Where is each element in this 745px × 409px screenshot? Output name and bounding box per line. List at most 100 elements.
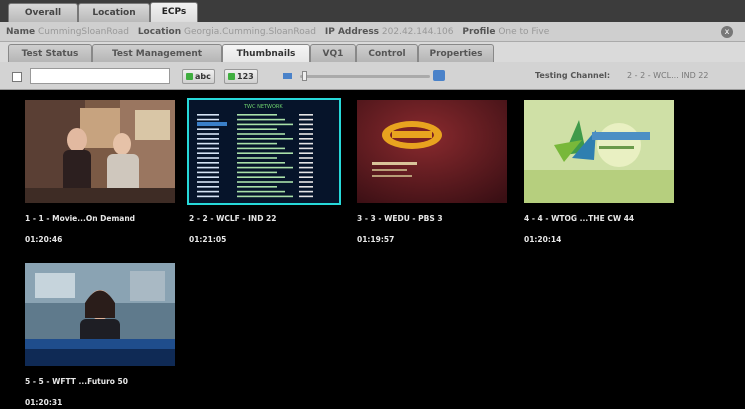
thumbnail-image [357, 100, 507, 203]
guide-line [237, 195, 293, 198]
profile-label: Profile [462, 27, 496, 37]
guide-line [237, 142, 277, 145]
guide-line [299, 171, 313, 174]
tab-vq1[interactable]: VQ1 [310, 44, 356, 62]
guide-line [299, 128, 313, 130]
guide-line [299, 166, 313, 169]
tab-overall[interactable]: Overall [8, 3, 78, 22]
thumbnail-image: TWC NETWORK [189, 100, 339, 203]
guide-line [197, 114, 219, 116]
channel-title: 3 - 3 - WEDU - PBS 3 [357, 214, 443, 223]
channel-timestamp: 01:21:05 [189, 235, 227, 244]
guide-line [299, 142, 313, 145]
top-tab-bar: Overall Location ECPs [0, 0, 745, 22]
guide-line [197, 133, 219, 135]
tab-control[interactable]: Control [356, 44, 418, 62]
guide-line [237, 157, 277, 159]
guide-line [299, 190, 313, 193]
location-value: Georgia.Cumming.SloanRoad [184, 27, 316, 37]
thumbnail-grid: 1 - 1 - Movie...On Demand 01:20:46 TWC N… [12, 90, 735, 409]
guide-line [197, 181, 219, 183]
close-icon: x [724, 27, 730, 36]
channel-timestamp: 01:20:46 [25, 235, 63, 244]
guide-line [197, 152, 219, 154]
guide-line [237, 181, 293, 183]
guide-line [237, 190, 285, 193]
guide-line [299, 114, 313, 116]
guide-line [237, 138, 293, 140]
channel-thumbnail[interactable]: TWC NETWORK [187, 98, 341, 205]
guide-line [197, 118, 219, 121]
guide-line [197, 138, 219, 140]
thumbnail-toolbar: abc 123 Testing Channel: 2 - 2 - WCL... … [0, 62, 745, 90]
name-label: Name [6, 27, 36, 37]
guide-line [237, 176, 285, 178]
guide-line [237, 166, 293, 169]
testing-channel-value: 2 - 2 - WCL... IND 22 [627, 71, 709, 80]
profile-value: One to Five [498, 27, 550, 37]
location-label: Location [137, 27, 182, 37]
thumbnail-size-slider[interactable] [300, 75, 430, 78]
close-button[interactable]: x [721, 26, 733, 38]
sort-icon [228, 73, 235, 80]
ecp-window: Overall Location ECPs Name CummingSloanR… [0, 0, 745, 409]
guide-line [237, 128, 277, 130]
tab-test-management[interactable]: Test Management [92, 44, 222, 62]
tab-properties[interactable]: Properties [418, 44, 494, 62]
ip-address-label: IP Address [324, 27, 380, 37]
tab-ecps[interactable]: ECPs [150, 2, 198, 22]
channel-thumbnail[interactable] [25, 263, 175, 366]
ecp-info-bar: Name CummingSloanRoad Location Georgia.C… [0, 22, 745, 42]
sort-numeric-label: 123 [237, 72, 254, 81]
channel-thumbnail[interactable] [25, 100, 175, 203]
guide-line [197, 142, 219, 145]
channel-timestamp: 01:20:31 [25, 398, 63, 407]
guide-line [299, 181, 313, 183]
channel-title: 1 - 1 - Movie...On Demand [25, 214, 136, 223]
sub-tab-bar: Test Status Test Management Thumbnails V… [0, 42, 745, 62]
guide-line [197, 166, 219, 169]
channel-timestamp: 01:19:57 [357, 235, 395, 244]
slider-handle[interactable] [302, 71, 307, 81]
sort-icon [186, 73, 193, 80]
guide-line [299, 162, 313, 164]
guide-line [197, 186, 219, 188]
sort-alpha-label: abc [195, 72, 211, 81]
guide-line [237, 118, 285, 121]
select-all-checkbox[interactable] [12, 72, 22, 82]
guide-line [237, 171, 277, 174]
guide-line [197, 195, 219, 198]
tab-thumbnails[interactable]: Thumbnails [222, 44, 310, 62]
tab-test-status[interactable]: Test Status [8, 44, 92, 62]
guide-line [299, 118, 313, 121]
thumbnail-image [25, 263, 175, 366]
sort-numeric-button[interactable]: 123 [224, 69, 258, 84]
thumbnail-image [524, 100, 674, 203]
guide-line [197, 157, 219, 159]
small-thumbnail-icon [283, 73, 292, 79]
filter-input[interactable] [30, 68, 170, 84]
guide-line [299, 157, 313, 159]
guide-line [299, 133, 313, 135]
channel-thumbnail[interactable] [357, 100, 507, 203]
channel-thumbnail[interactable] [524, 100, 674, 203]
guide-line [237, 123, 293, 126]
guide-line [197, 162, 219, 164]
channel-timestamp: 01:20:14 [524, 235, 562, 244]
testing-channel-label: Testing Channel: [535, 71, 611, 80]
guide-line [299, 147, 313, 150]
guide-line [237, 186, 277, 188]
name-value: CummingSloanRoad [37, 27, 129, 37]
guide-line [299, 186, 313, 188]
guide-line [299, 138, 313, 140]
channel-title: 2 - 2 - WCLF - IND 22 [189, 214, 277, 223]
channel-title: 5 - 5 - WFTT ...Futuro 50 [25, 377, 128, 386]
tab-location[interactable]: Location [78, 3, 150, 22]
guide-line [299, 195, 313, 198]
guide-line [197, 128, 219, 130]
sort-alpha-button[interactable]: abc [182, 69, 215, 84]
guide-line [237, 147, 285, 150]
guide-line [197, 147, 219, 150]
thumbnail-image [25, 100, 175, 203]
guide-line [197, 171, 219, 174]
